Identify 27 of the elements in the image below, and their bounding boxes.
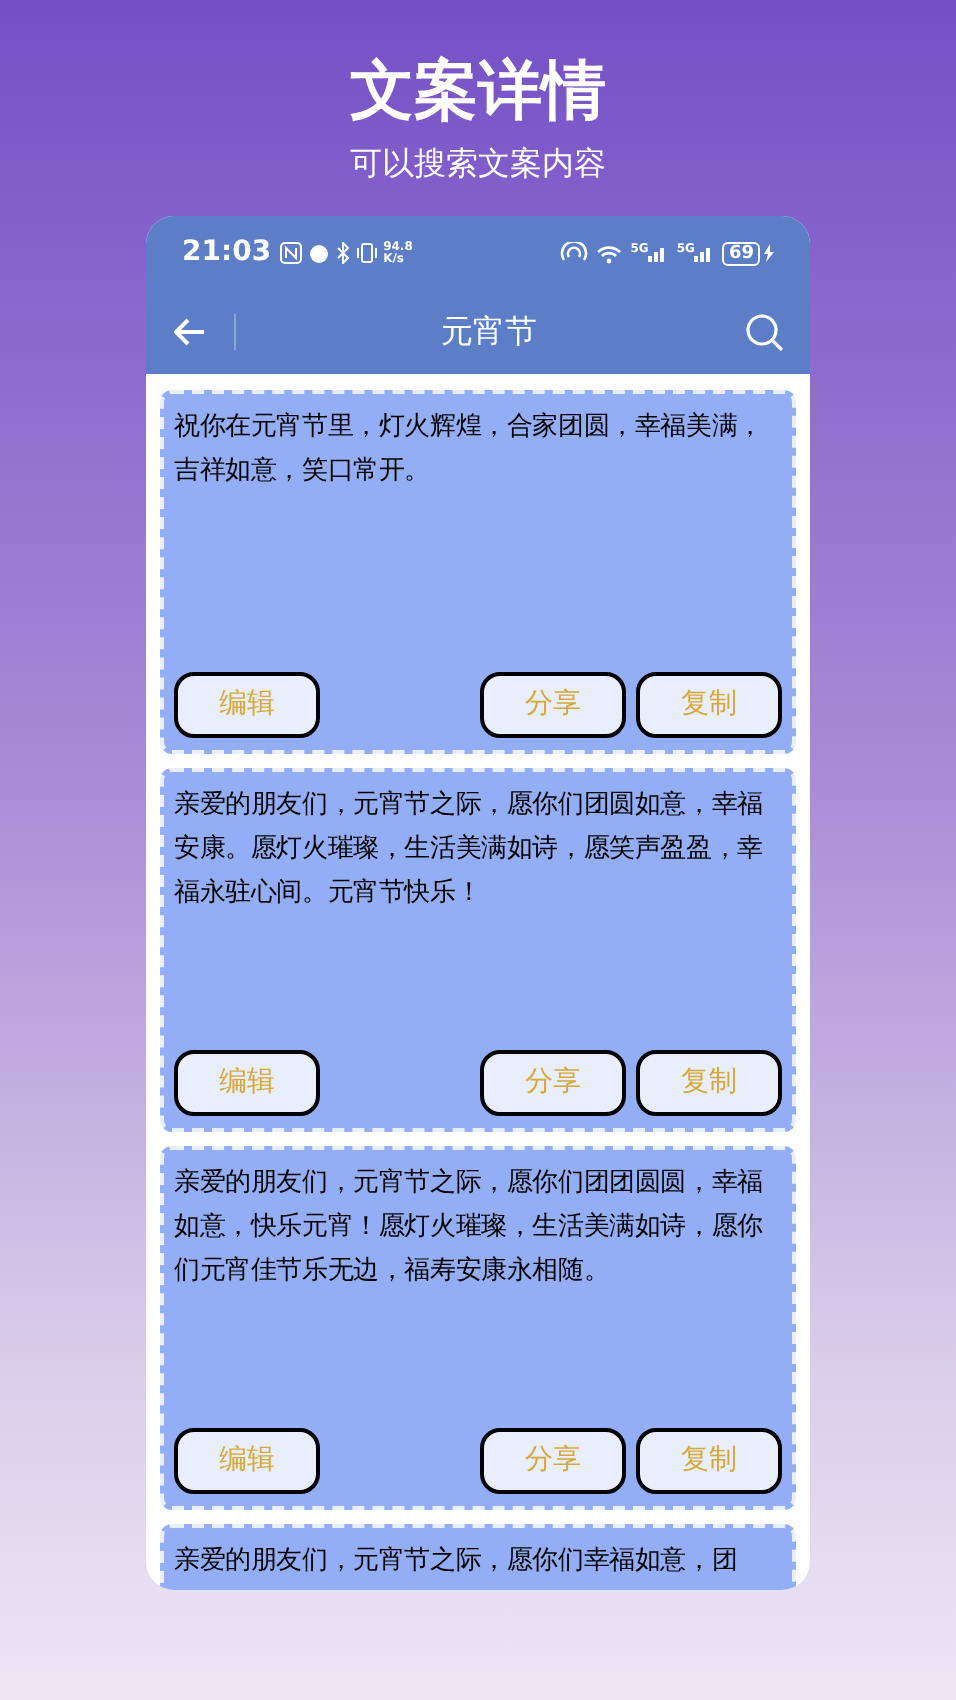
- vibrate-icon: [355, 242, 378, 264]
- wifi-icon: [596, 243, 623, 263]
- header-title: 元宵节: [439, 310, 539, 354]
- edit-button[interactable]: 编辑: [174, 1428, 320, 1494]
- quote-text: 祝你在元宵节里，灯火辉煌，合家团圆，幸福美满，吉祥如意，笑口常开。: [174, 410, 765, 490]
- copy-button[interactable]: 复制: [636, 1050, 782, 1116]
- nfc-icon: [279, 242, 302, 264]
- battery-indicator: 69: [722, 241, 760, 265]
- share-button[interactable]: 分享: [480, 1428, 626, 1494]
- status-time: 21:03: [182, 234, 272, 272]
- hotspot-icon: [560, 242, 589, 264]
- charging-icon: [764, 244, 774, 262]
- quote-text: 亲爱的朋友们，元宵节之际，愿你们团团圆圆，幸福如意，快乐元宵！愿灯火璀璨，生活美满如诗，愿你们元宵佳节乐无边，福寿安康永相随。: [174, 1166, 765, 1290]
- copy-button[interactable]: 复制: [636, 672, 782, 738]
- quote-text: 亲爱的朋友们，元宵节之际，愿你们团圆如意，幸福安康。愿灯火璀璨，生活美满如诗，愿笑声盈盈，幸福永驻心间。元宵节快乐！: [174, 788, 765, 912]
- edit-button[interactable]: 编辑: [174, 672, 320, 738]
- search-button[interactable]: [742, 310, 786, 354]
- share-button[interactable]: 分享: [480, 1050, 626, 1116]
- signal-icon: [648, 244, 669, 262]
- share-button[interactable]: 分享: [480, 672, 626, 738]
- bluetooth-icon: [335, 242, 350, 264]
- edit-button[interactable]: 编辑: [174, 1050, 320, 1116]
- quote-text: 亲爱的朋友们，元宵节之际，愿你们幸福如意，团: [174, 1544, 740, 1580]
- page-title: 文案详情: [350, 50, 606, 132]
- copy-button[interactable]: 复制: [636, 1428, 782, 1494]
- page-subtitle: 可以搜索文案内容: [350, 142, 606, 186]
- signal-icon: [694, 244, 715, 262]
